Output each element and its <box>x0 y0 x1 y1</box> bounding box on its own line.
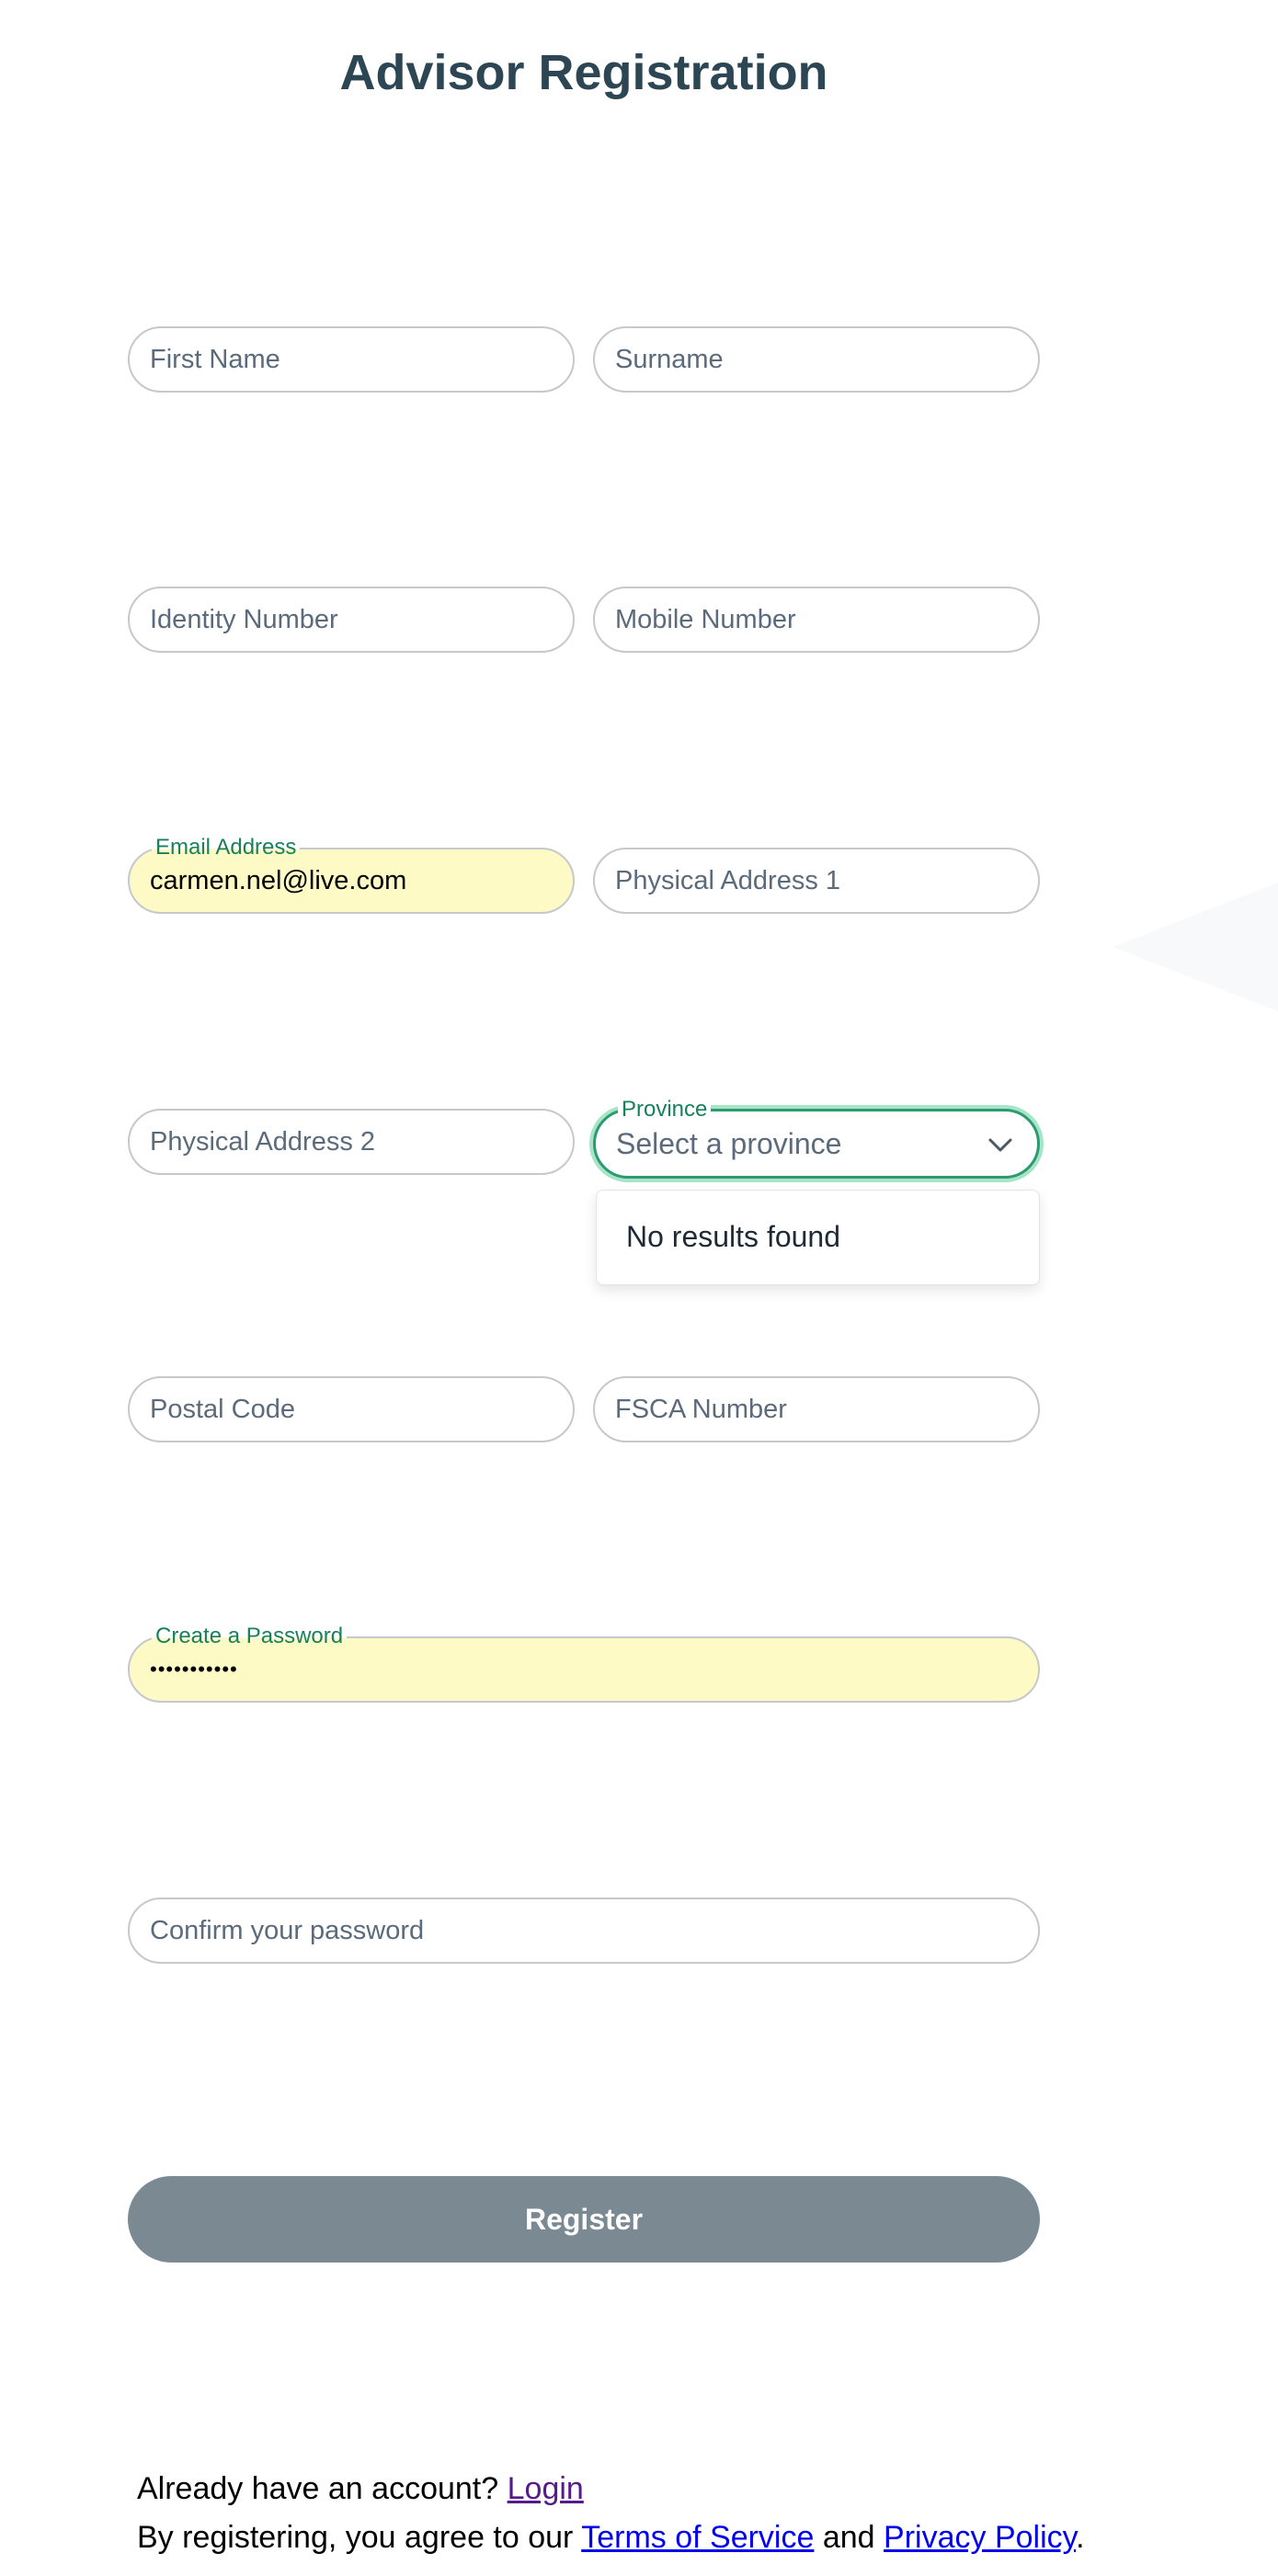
terms-notice: By registering, you agree to our Terms o… <box>137 2519 1085 2556</box>
identity-number-field[interactable] <box>128 587 575 653</box>
email-input[interactable] <box>130 849 573 912</box>
dropdown-empty-message: No results found <box>626 1220 841 1253</box>
register-button[interactable]: Register <box>128 2176 1040 2263</box>
fsca-number-field[interactable] <box>593 1376 1040 1442</box>
login-prompt: Already have an account? Login <box>137 2470 584 2507</box>
postal-code-input[interactable] <box>130 1378 573 1441</box>
province-dropdown: No results found <box>596 1190 1040 1285</box>
terms-prefix-text: By registering, you agree to our <box>137 2520 574 2555</box>
first-name-field[interactable] <box>128 326 575 393</box>
background-decoration <box>1113 883 1278 1011</box>
physical-address-2-input[interactable] <box>130 1111 573 1173</box>
physical-address-1-field[interactable] <box>593 848 1040 914</box>
surname-input[interactable] <box>595 328 1038 391</box>
chevron-down-icon[interactable] <box>986 1130 1015 1159</box>
first-name-input[interactable] <box>130 328 573 391</box>
login-prompt-text: Already have an account? <box>137 2471 499 2506</box>
terms-and-text: and <box>822 2520 875 2555</box>
page-title: Advisor Registration <box>339 45 828 100</box>
confirm-password-field[interactable] <box>128 1898 1040 1964</box>
surname-field[interactable] <box>593 326 1040 393</box>
password-field[interactable]: Create a Password <box>128 1623 1040 1703</box>
email-field[interactable]: Email Address <box>128 834 575 914</box>
mobile-number-field[interactable] <box>593 587 1040 653</box>
province-select[interactable]: Province Select a province <box>593 1096 1040 1179</box>
province-placeholder: Select a province <box>616 1127 842 1160</box>
login-link[interactable]: Login <box>508 2471 584 2506</box>
terms-of-service-link[interactable]: Terms of Service <box>581 2520 814 2555</box>
terms-period: . <box>1076 2520 1085 2555</box>
physical-address-1-input[interactable] <box>595 849 1038 912</box>
physical-address-2-field[interactable] <box>128 1109 575 1175</box>
mobile-number-input[interactable] <box>595 588 1038 651</box>
identity-number-input[interactable] <box>130 588 573 651</box>
privacy-policy-link[interactable]: Privacy Policy <box>884 2520 1076 2555</box>
confirm-password-input[interactable] <box>130 1899 1038 1962</box>
fsca-number-input[interactable] <box>595 1378 1038 1441</box>
password-input[interactable] <box>130 1638 1038 1701</box>
postal-code-field[interactable] <box>128 1376 575 1442</box>
